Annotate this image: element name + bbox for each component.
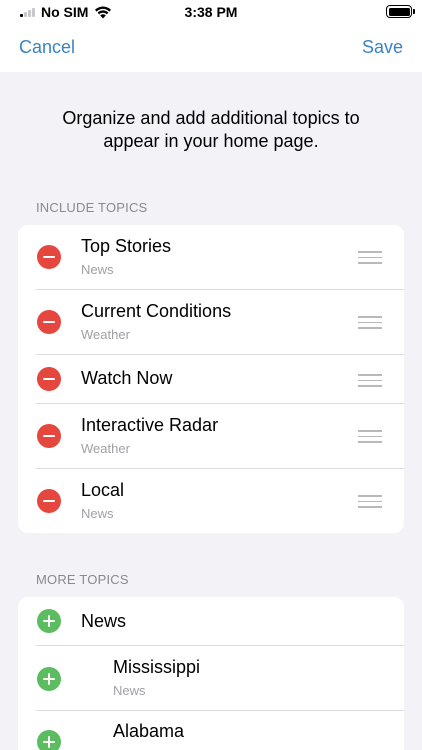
minus-circle-icon[interactable] [37, 367, 61, 391]
minus-circle-icon[interactable] [37, 424, 61, 448]
reorder-handle-icon[interactable] [358, 374, 382, 387]
more-topic-row-alabama[interactable]: Alabama [18, 711, 404, 750]
reorder-handle-icon[interactable] [358, 495, 382, 508]
plus-circle-icon[interactable] [37, 667, 61, 691]
reorder-handle-icon[interactable] [358, 430, 382, 443]
more-topics-header: MORE TOPICS [36, 572, 129, 587]
cancel-button[interactable]: Cancel [19, 37, 75, 58]
minus-circle-icon[interactable] [37, 489, 61, 513]
plus-circle-icon[interactable] [37, 730, 61, 750]
topic-title: News [81, 611, 127, 631]
plus-circle-icon[interactable] [37, 609, 61, 633]
status-bar: No SIM 3:38 PM [0, 0, 422, 26]
topic-title: Watch Now [81, 368, 173, 388]
intro-text: Organize and add additional topics to ap… [0, 107, 422, 153]
topic-subtitle: News [81, 262, 114, 277]
save-button[interactable]: Save [362, 37, 403, 58]
more-topic-row-mississippi[interactable]: Mississippi News [18, 646, 404, 711]
more-topic-row-news[interactable]: News [18, 597, 404, 646]
topic-title: Alabama [113, 721, 185, 741]
topic-subtitle: Weather [81, 441, 130, 456]
topic-row-current-conditions[interactable]: Current Conditions Weather [18, 290, 404, 355]
topic-subtitle: News [81, 506, 114, 521]
more-topics-list: News Mississippi News Alabama [18, 597, 404, 750]
topic-row-interactive-radar[interactable]: Interactive Radar Weather [18, 404, 404, 469]
intro-text-content: Organize and add additional topics to ap… [62, 108, 360, 151]
include-topics-header: INCLUDE TOPICS [36, 200, 148, 215]
status-time: 3:38 PM [184, 4, 238, 20]
topic-row-watch-now[interactable]: Watch Now [18, 355, 404, 404]
topic-title: Local [81, 480, 125, 500]
topic-title: Current Conditions [81, 301, 232, 321]
topic-subtitle: News [113, 683, 146, 698]
topic-subtitle: Weather [81, 327, 130, 342]
include-topics-list: Top Stories News Current Conditions Weat… [18, 225, 404, 533]
reorder-handle-icon[interactable] [358, 316, 382, 329]
topic-row-top-stories[interactable]: Top Stories News [18, 225, 404, 290]
reorder-handle-icon[interactable] [358, 251, 382, 264]
topic-title: Top Stories [81, 236, 172, 256]
topic-title: Interactive Radar [81, 415, 219, 435]
navigation-bar: Cancel Save [0, 26, 422, 72]
minus-circle-icon[interactable] [37, 310, 61, 334]
topic-row-local[interactable]: Local News [18, 469, 404, 533]
topic-title: Mississippi [113, 657, 201, 677]
minus-circle-icon[interactable] [37, 245, 61, 269]
battery-icon [386, 5, 415, 18]
